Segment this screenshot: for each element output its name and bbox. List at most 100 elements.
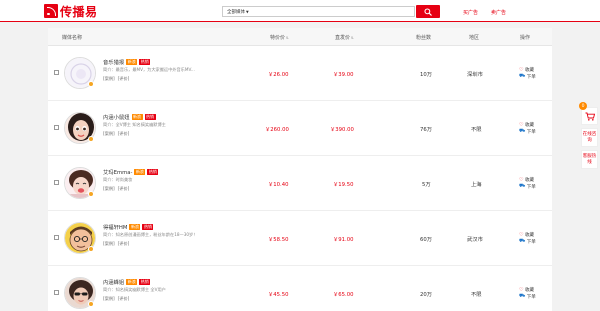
cart-icon: ⛟ xyxy=(519,183,526,189)
special-price: ￥26.00 xyxy=(268,72,289,78)
search-input[interactable] xyxy=(252,7,414,16)
sell-ads-link[interactable]: 卖广告 xyxy=(491,9,506,16)
verified-badge-icon xyxy=(88,191,94,197)
shopping-cart-button[interactable]: 0 xyxy=(579,102,598,125)
favorite-button[interactable]: ♡ 收藏 xyxy=(519,66,536,73)
search-icon xyxy=(424,7,432,16)
case-link[interactable]: [案例] xyxy=(103,131,115,136)
row-actions: ♡ 收藏 ⛟ 下单 xyxy=(519,231,536,245)
order-label: 下单 xyxy=(526,74,536,80)
col-media-name: 媒体名称 xyxy=(62,35,83,41)
review-link[interactable]: [评价] xyxy=(118,76,130,81)
media-table: 媒体名称 特价价⇅ 直发价⇅ 粉丝数 地区 操作 音乐猎报 新浪 热销 简介：最… xyxy=(48,28,552,311)
cart-icon xyxy=(585,112,595,121)
order-button[interactable]: ⛟ 下单 xyxy=(519,293,536,300)
hot-tag: 热销 xyxy=(139,59,151,65)
media-name-line: 得福轩HM 新浪 热销 xyxy=(103,223,154,231)
table-row: 音乐猎报 新浪 热销 简介：最音乐，最MV，为大家搬运中外音乐MV... [案例… xyxy=(48,46,552,101)
table-row: 内涵蜂姐 新浪 热销 简介：知名搞笑幽默博主 全V用户 [案例] [评价] ￥45… xyxy=(48,266,552,311)
favorite-button[interactable]: ♡ 收藏 xyxy=(519,121,536,128)
direct-price: ￥65.00 xyxy=(333,292,354,298)
heart-icon: ♡ xyxy=(519,231,524,238)
case-link[interactable]: [案例] xyxy=(103,76,115,81)
direct-price: ￥39.00 xyxy=(333,72,354,78)
media-intro: 简介：时尚美妆 xyxy=(103,177,133,182)
region: 深圳市 xyxy=(467,72,483,78)
caret-down-icon: ▼ xyxy=(246,9,249,14)
favorite-label: 收藏 xyxy=(524,232,534,238)
top-bar: 传播易 全部媒体 ▼ 买广告 卖广告 xyxy=(0,0,600,22)
search-box: 全部媒体 ▼ xyxy=(222,6,415,17)
media-intro: 简介：知名原创漫画博主，粉丝年龄在18—30岁！ xyxy=(103,232,198,237)
region: 不限 xyxy=(471,292,482,298)
media-name-line: 音乐猎报 新浪 热销 xyxy=(103,58,151,66)
fans-count: 20万 xyxy=(420,292,433,298)
review-link[interactable]: [评价] xyxy=(118,241,130,246)
col-direct-price[interactable]: 直发价⇅ xyxy=(335,34,354,41)
heart-icon: ♡ xyxy=(519,176,524,183)
media-name[interactable]: 音乐猎报 xyxy=(103,58,124,66)
case-link[interactable]: [案例] xyxy=(103,186,115,191)
rss-logo-icon xyxy=(44,4,58,18)
direct-price: ￥91.00 xyxy=(333,237,354,243)
row-checkbox[interactable] xyxy=(54,180,59,185)
favorite-label: 收藏 xyxy=(524,122,534,128)
heart-icon: ♡ xyxy=(519,286,524,293)
row-checkbox[interactable] xyxy=(54,70,59,75)
review-link[interactable]: [评价] xyxy=(118,186,130,191)
case-link[interactable]: [案例] xyxy=(103,296,115,301)
order-label: 下单 xyxy=(526,294,536,300)
col-special-price[interactable]: 特价价⇅ xyxy=(270,34,289,41)
cart-icon: ⛟ xyxy=(519,238,526,244)
order-label: 下单 xyxy=(526,184,536,190)
order-button[interactable]: ⛟ 下单 xyxy=(519,128,536,135)
order-button[interactable]: ⛟ 下单 xyxy=(519,73,536,80)
row-checkbox[interactable] xyxy=(54,125,59,130)
hotline-button[interactable]: 客服热线 xyxy=(581,150,598,169)
media-name[interactable]: 内涵小鼠妞 xyxy=(103,113,130,121)
row-actions: ♡ 收藏 ⛟ 下单 xyxy=(519,176,536,190)
direct-price: ￥390.00 xyxy=(330,127,354,133)
table-header: 媒体名称 特价价⇅ 直发价⇅ 粉丝数 地区 操作 xyxy=(48,28,552,46)
col-region: 地区 xyxy=(469,35,480,41)
table-row: 得福轩HM 新浪 热销 简介：知名原创漫画博主，粉丝年龄在18—30岁！ [案例… xyxy=(48,211,552,266)
special-price: ￥58.50 xyxy=(268,237,289,243)
hot-tag: 热销 xyxy=(144,114,156,120)
order-button[interactable]: ⛟ 下单 xyxy=(519,238,536,245)
media-intro: 简介：全V博主 知名搞笑幽默博主 xyxy=(103,122,166,127)
row-links: [案例] [评价] xyxy=(103,241,132,247)
verified-badge-icon xyxy=(88,81,94,87)
hot-tag: 热销 xyxy=(142,224,154,230)
case-link[interactable]: [案例] xyxy=(103,241,115,246)
cart-icon: ⛟ xyxy=(519,73,526,79)
search-button[interactable] xyxy=(416,5,440,18)
row-actions: ♡ 收藏 ⛟ 下单 xyxy=(519,121,536,135)
review-link[interactable]: [评价] xyxy=(118,296,130,301)
favorite-button[interactable]: ♡ 收藏 xyxy=(519,231,536,238)
row-checkbox[interactable] xyxy=(54,290,59,295)
media-name[interactable]: 得福轩HM xyxy=(103,223,127,231)
platform-tag: 新浪 xyxy=(129,224,141,230)
heart-icon: ♡ xyxy=(519,121,524,128)
media-intro: 简介：知名搞笑幽默博主 全V用户 xyxy=(103,287,166,292)
row-checkbox[interactable] xyxy=(54,235,59,240)
order-label: 下单 xyxy=(526,239,536,245)
heart-icon: ♡ xyxy=(519,66,524,73)
media-name[interactable]: 艾玛Emma- xyxy=(103,168,132,176)
order-button[interactable]: ⛟ 下单 xyxy=(519,183,536,190)
hot-tag: 热销 xyxy=(139,279,151,285)
col-direct-price-label: 直发价 xyxy=(335,35,351,41)
row-links: [案例] [评价] xyxy=(103,76,132,82)
media-name[interactable]: 内涵蜂姐 xyxy=(103,278,124,286)
direct-price: ￥19.50 xyxy=(333,182,354,188)
buy-ads-link[interactable]: 买广告 xyxy=(463,9,478,16)
online-consult-button[interactable]: 在线咨询 xyxy=(581,128,598,147)
region: 上海 xyxy=(471,182,482,188)
row-actions: ♡ 收藏 ⛟ 下单 xyxy=(519,66,536,80)
review-link[interactable]: [评价] xyxy=(118,131,130,136)
favorite-button[interactable]: ♡ 收藏 xyxy=(519,176,536,183)
logo[interactable]: 传播易 xyxy=(44,4,98,19)
favorite-button[interactable]: ♡ 收藏 xyxy=(519,286,536,293)
col-fans: 粉丝数 xyxy=(416,35,432,41)
search-category-select[interactable]: 全部媒体 ▼ xyxy=(223,9,249,15)
